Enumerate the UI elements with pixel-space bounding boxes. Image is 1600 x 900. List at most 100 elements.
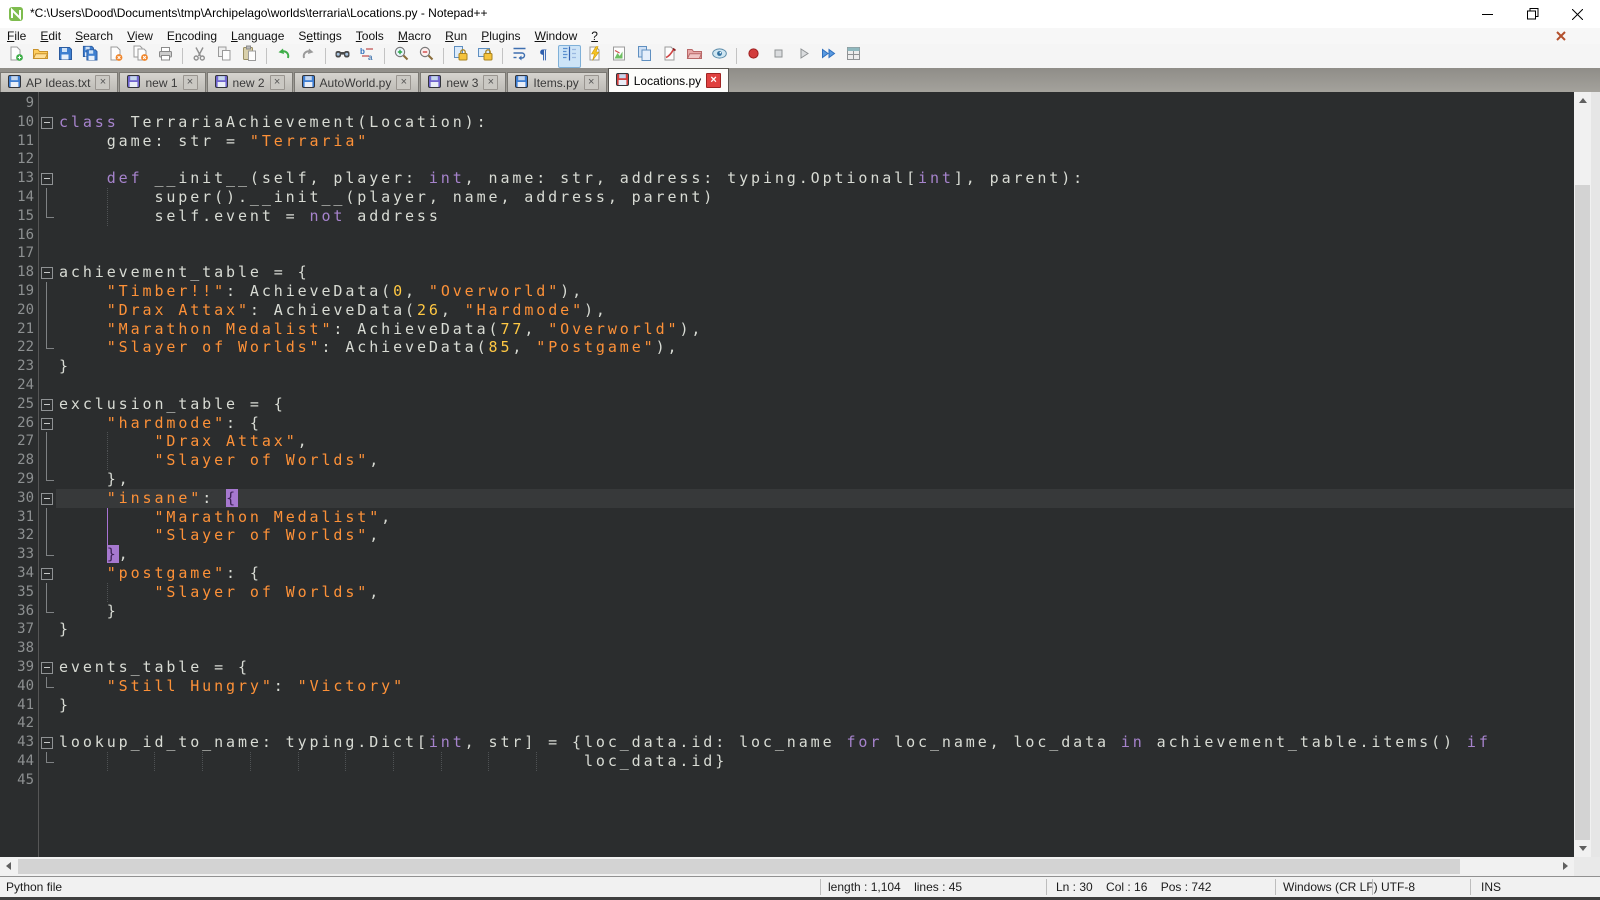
tab-close-icon[interactable]: × bbox=[95, 75, 110, 90]
user-defined-language-button[interactable] bbox=[658, 45, 681, 68]
code-line-24: 24 bbox=[0, 376, 1574, 395]
play-multi-icon bbox=[820, 45, 837, 67]
code-line-31: 31 "Marathon Medalist", bbox=[0, 508, 1574, 527]
tab-close-icon[interactable]: × bbox=[396, 75, 411, 90]
document-map-button[interactable] bbox=[608, 45, 631, 68]
menu-settings[interactable]: Settings bbox=[291, 29, 348, 43]
menu-macro[interactable]: Macro bbox=[391, 29, 438, 43]
current-line: "insane": { bbox=[56, 489, 1574, 508]
tab-label: AutoWorld.py bbox=[320, 76, 392, 90]
fold-collapse-icon[interactable] bbox=[39, 395, 56, 414]
macro-record-button[interactable] bbox=[742, 45, 765, 68]
window-right-edge bbox=[1591, 92, 1600, 876]
redo-button[interactable] bbox=[297, 45, 320, 68]
menu-file[interactable]: File bbox=[0, 29, 33, 43]
code-text: lookup_id_to_name: typing.Dict[int, str]… bbox=[56, 733, 1574, 752]
fold-collapse-icon[interactable] bbox=[39, 564, 56, 583]
fold-collapse-icon[interactable] bbox=[39, 489, 56, 508]
show-indent-guide-button[interactable] bbox=[558, 45, 581, 68]
macro-play-button[interactable] bbox=[792, 45, 815, 68]
sync-horizontal-scrolling-button[interactable] bbox=[474, 45, 497, 68]
replace-button[interactable]: ba bbox=[356, 45, 379, 68]
zoom-in-icon bbox=[393, 45, 410, 67]
tab-new-3[interactable]: new 3 × bbox=[420, 72, 506, 92]
new-file-button[interactable] bbox=[4, 45, 27, 68]
cut-button[interactable] bbox=[188, 45, 211, 68]
save-file-button[interactable] bbox=[54, 45, 77, 68]
folder-as-workspace-button[interactable] bbox=[683, 45, 706, 68]
undo-button[interactable] bbox=[272, 45, 295, 68]
vertical-scrollbar-thumb[interactable] bbox=[1575, 185, 1590, 840]
tab-ap-ideas-txt[interactable]: AP Ideas.txt× bbox=[0, 72, 118, 92]
open-file-button[interactable] bbox=[29, 45, 52, 68]
minimize-button[interactable] bbox=[1465, 0, 1510, 28]
close-all-button[interactable] bbox=[129, 45, 152, 68]
menu-run[interactable]: Run bbox=[438, 29, 474, 43]
indent-guide bbox=[393, 752, 394, 771]
tab-new-2[interactable]: new 2× bbox=[207, 72, 293, 92]
fold-collapse-icon[interactable] bbox=[39, 414, 56, 433]
macro-run-multiple-button[interactable] bbox=[817, 45, 840, 68]
scroll-up-arrow-icon[interactable] bbox=[1579, 98, 1587, 103]
fold-collapse-icon[interactable] bbox=[39, 658, 56, 677]
horizontal-scrollbar[interactable] bbox=[0, 857, 1574, 876]
scroll-down-arrow-icon[interactable] bbox=[1579, 846, 1587, 851]
close-file-button[interactable] bbox=[104, 45, 127, 68]
fold-collapse-icon[interactable] bbox=[39, 733, 56, 752]
scroll-left-arrow-icon[interactable] bbox=[6, 862, 11, 870]
menu-language[interactable]: Language bbox=[224, 29, 291, 43]
tab-locations-py[interactable]: Locations.py× bbox=[608, 68, 729, 92]
zoom-out-button[interactable] bbox=[415, 45, 438, 68]
fold-collapse-icon[interactable] bbox=[39, 113, 56, 132]
code-editor[interactable]: 910class TerrariaAchievement(Location):1… bbox=[0, 92, 1574, 857]
zoom-in-button[interactable] bbox=[390, 45, 413, 68]
redo-icon bbox=[300, 45, 317, 67]
code-text bbox=[56, 771, 1574, 790]
find-button[interactable] bbox=[331, 45, 354, 68]
macro-stop-button[interactable] bbox=[767, 45, 790, 68]
fold-collapse-icon[interactable] bbox=[39, 169, 56, 188]
print-button[interactable] bbox=[154, 45, 177, 68]
close-document-icon[interactable] bbox=[1554, 29, 1568, 43]
tab-close-icon[interactable]: × bbox=[584, 75, 599, 90]
line-number: 16 bbox=[0, 226, 39, 245]
tab-close-icon[interactable]: × bbox=[706, 73, 721, 88]
status-cursor-info[interactable]: Ln : 30 Col : 16 Pos : 742 bbox=[1056, 880, 1211, 894]
menu-tools[interactable]: Tools bbox=[349, 29, 391, 43]
status-encoding[interactable]: UTF-8 bbox=[1381, 880, 1415, 894]
tab-close-icon[interactable]: × bbox=[183, 75, 198, 90]
function-list-button[interactable] bbox=[583, 45, 606, 68]
tab-close-icon[interactable]: × bbox=[483, 75, 498, 90]
document-list-button[interactable] bbox=[633, 45, 656, 68]
word-wrap-button[interactable] bbox=[508, 45, 531, 68]
tab-new-1[interactable]: new 1× bbox=[119, 72, 205, 92]
copy-button[interactable] bbox=[213, 45, 236, 68]
menu-window[interactable]: Window bbox=[528, 29, 585, 43]
tab-label: new 3 bbox=[446, 76, 478, 90]
show-all-characters-button[interactable]: ¶ bbox=[533, 45, 556, 68]
menu-encoding[interactable]: Encoding bbox=[160, 29, 224, 43]
tab-autoworld-py[interactable]: AutoWorld.py × bbox=[294, 72, 420, 92]
sync-vertical-scrolling-button[interactable] bbox=[449, 45, 472, 68]
line-number: 14 bbox=[0, 188, 39, 207]
save-all-button[interactable] bbox=[79, 45, 102, 68]
fold-collapse-icon[interactable] bbox=[39, 263, 56, 282]
menu-edit[interactable]: Edit bbox=[33, 29, 68, 43]
status-eol-format[interactable]: Windows (CR LF) bbox=[1283, 880, 1378, 894]
menu-view[interactable]: View bbox=[120, 29, 160, 43]
document-monitor-button[interactable] bbox=[708, 45, 731, 68]
status-typing-mode[interactable]: INS bbox=[1481, 880, 1501, 894]
tab-close-icon[interactable]: × bbox=[270, 75, 285, 90]
close-button[interactable] bbox=[1555, 0, 1600, 28]
menu-plugins[interactable]: Plugins bbox=[474, 29, 527, 43]
tab-items-py[interactable]: Items.py× bbox=[507, 72, 606, 92]
horizontal-scrollbar-thumb[interactable] bbox=[18, 859, 1460, 874]
restore-button[interactable] bbox=[1510, 0, 1555, 28]
code-line-23: 23} bbox=[0, 357, 1574, 376]
menu-search[interactable]: Search bbox=[68, 29, 120, 43]
scroll-right-arrow-icon[interactable] bbox=[1563, 862, 1568, 870]
macro-save-button[interactable] bbox=[842, 45, 865, 68]
menu-help[interactable]: ? bbox=[584, 29, 605, 43]
vertical-scrollbar[interactable] bbox=[1574, 92, 1591, 857]
paste-button[interactable] bbox=[238, 45, 261, 68]
